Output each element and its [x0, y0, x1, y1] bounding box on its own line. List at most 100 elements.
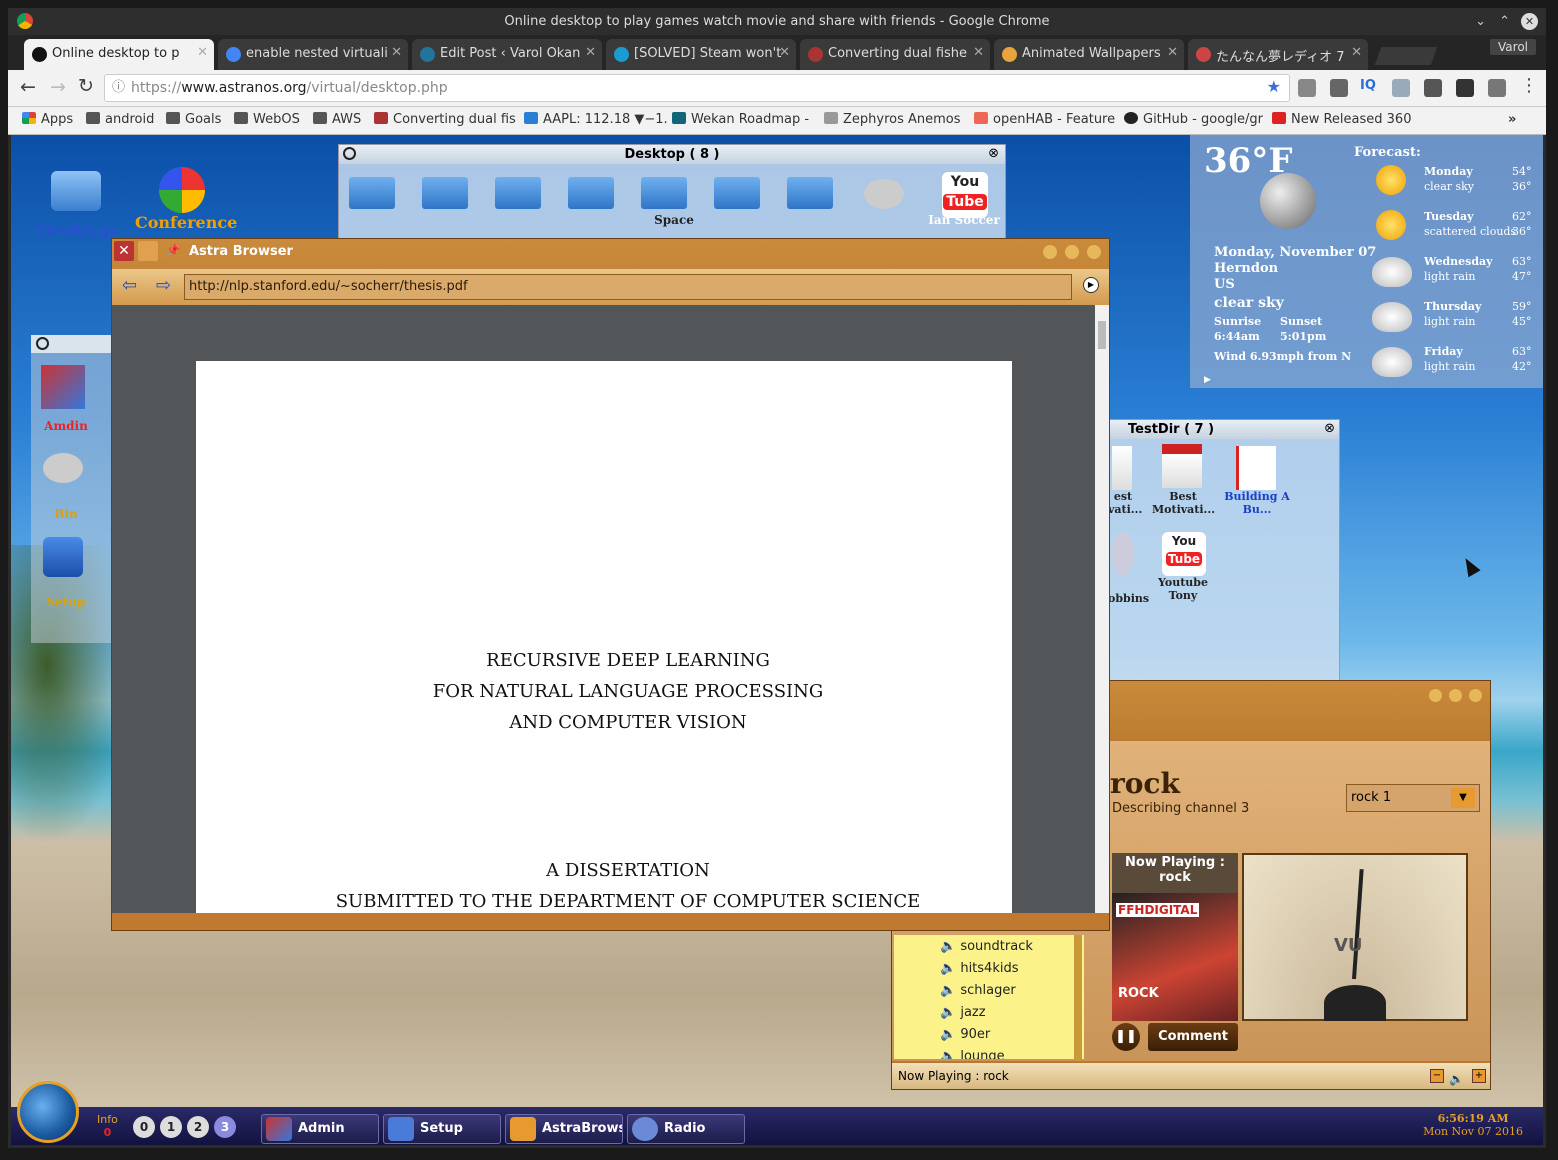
- pdf-scroll-thumb[interactable]: [1098, 321, 1106, 349]
- weather-expand-icon[interactable]: ▶: [1204, 375, 1211, 385]
- bin-icon[interactable]: [43, 453, 83, 483]
- pdf-scrollbar[interactable]: [1095, 305, 1109, 913]
- desktop-window-close-icon[interactable]: ⊗: [988, 146, 999, 161]
- workspace-0[interactable]: 0: [133, 1116, 155, 1138]
- extension-iq-icon[interactable]: IQ: [1360, 78, 1376, 93]
- pdf-file-icon[interactable]: [1236, 446, 1276, 490]
- taskbar-radio[interactable]: Radio: [627, 1114, 745, 1144]
- bookmark-zephyros[interactable]: Zephyros Anemos: [824, 112, 961, 127]
- pin-icon[interactable]: 📌: [166, 243, 181, 257]
- radio-minimize-icon[interactable]: [1429, 689, 1442, 702]
- irc-chat-icon[interactable]: [864, 179, 904, 209]
- bookmark-aws[interactable]: AWS: [313, 112, 361, 127]
- tab-close-icon[interactable]: ✕: [973, 45, 984, 60]
- folder-icon[interactable]: [422, 177, 468, 209]
- start-globe-icon[interactable]: [17, 1081, 79, 1143]
- station-item[interactable]: 🔈 soundtrack: [940, 939, 1033, 954]
- browser-forward-icon[interactable]: ⇨: [156, 275, 171, 296]
- testdir-close-icon[interactable]: ⊗: [1324, 421, 1335, 436]
- comment-button[interactable]: Comment: [1148, 1023, 1238, 1051]
- extension-s-icon[interactable]: [1298, 79, 1316, 97]
- workspace-2[interactable]: 2: [187, 1116, 209, 1138]
- browser-menu-icon[interactable]: [138, 241, 158, 261]
- folder-icon[interactable]: [349, 177, 395, 209]
- bookmark-star-icon[interactable]: ★: [1267, 74, 1281, 100]
- extension-monitor-icon[interactable]: [1424, 79, 1442, 97]
- close-window-icon[interactable]: ✕: [1521, 13, 1538, 30]
- workspace-1[interactable]: 1: [160, 1116, 182, 1138]
- menu-icon[interactable]: ⋮: [1520, 75, 1538, 96]
- conference-icon[interactable]: [159, 167, 205, 213]
- tab-close-icon[interactable]: ✕: [197, 45, 208, 60]
- admin-tools-icon[interactable]: [41, 365, 85, 409]
- volume-down-button[interactable]: −: [1430, 1069, 1444, 1083]
- bookmark-openhab[interactable]: openHAB - Feature: [974, 112, 1115, 127]
- bookmark-github[interactable]: GitHub - google/gr: [1124, 112, 1263, 127]
- bookmark-apps[interactable]: Apps: [22, 112, 73, 127]
- address-bar[interactable]: ⓘ https://www.astranos.org/virtual/deskt…: [104, 74, 1290, 102]
- taskbar-admin[interactable]: Admin: [261, 1114, 379, 1144]
- folder-icon[interactable]: [714, 177, 760, 209]
- video-file-icon[interactable]: [1162, 444, 1202, 488]
- extension-grid-icon[interactable]: [1392, 79, 1410, 97]
- chevron-down-icon[interactable]: ▼: [1451, 788, 1475, 808]
- new-tab-button[interactable]: [1374, 47, 1438, 65]
- profile-badge[interactable]: Varol: [1490, 39, 1536, 55]
- browser-url-input[interactable]: http://nlp.stanford.edu/~socherr/thesis.…: [184, 274, 1072, 300]
- station-scrollbar[interactable]: [1074, 935, 1082, 1059]
- station-item[interactable]: 🔈 hits4kids: [940, 961, 1019, 976]
- tab-steam[interactable]: [SOLVED] Steam won't ✕: [606, 39, 796, 70]
- station-item[interactable]: 🔈 90er: [940, 1027, 990, 1042]
- film-reel-icon[interactable]: [1112, 532, 1134, 576]
- reload-icon[interactable]: ↻: [78, 75, 94, 97]
- back-icon[interactable]: ←: [20, 76, 36, 98]
- desktop-window-menu-icon[interactable]: [343, 147, 356, 160]
- video-file-icon[interactable]: [1112, 446, 1132, 490]
- folder-icon[interactable]: [495, 177, 541, 209]
- tab-close-icon[interactable]: ✕: [1167, 45, 1178, 60]
- station-item[interactable]: 🔈 jazz: [940, 1005, 986, 1020]
- tab-close-icon[interactable]: ✕: [779, 45, 790, 60]
- bookmarks-overflow-icon[interactable]: »: [1508, 112, 1516, 127]
- maximize-icon[interactable]: ⌃: [1499, 8, 1510, 35]
- station-item[interactable]: 🔈 schlager: [940, 983, 1016, 998]
- tab-close-icon[interactable]: ✕: [585, 45, 596, 60]
- tab-google[interactable]: enable nested virtuali ✕: [218, 39, 408, 70]
- folder-icon[interactable]: [641, 177, 687, 209]
- bookmark-converting[interactable]: Converting dual fis: [374, 112, 516, 127]
- tab-converting[interactable]: Converting dual fishe ✕: [800, 39, 990, 70]
- tab-wallpapers[interactable]: Animated Wallpapers ✕: [994, 39, 1184, 70]
- side-panel-menu-icon[interactable]: [36, 337, 49, 350]
- desktop-home-icon[interactable]: [51, 171, 101, 211]
- extension-puzzle-icon[interactable]: [1330, 79, 1348, 97]
- browser-back-icon[interactable]: ⇦: [122, 275, 137, 296]
- browser-close-icon[interactable]: ✕: [114, 241, 134, 261]
- taskbar-astrabrowser[interactable]: AstraBrowser: [505, 1114, 623, 1144]
- workspace-3[interactable]: 3: [214, 1116, 236, 1138]
- extension-spy-icon[interactable]: [1456, 79, 1474, 97]
- youtube-icon[interactable]: You Tube: [1162, 532, 1206, 576]
- folder-icon[interactable]: [568, 177, 614, 209]
- bookmark-aapl[interactable]: AAPL: 112.18 ▼−1.: [524, 112, 668, 127]
- radio-close-icon[interactable]: [1469, 689, 1482, 702]
- extension-box-icon[interactable]: [1488, 79, 1506, 97]
- radio-maximize-icon[interactable]: [1449, 689, 1462, 702]
- bookmark-goals[interactable]: Goals: [166, 112, 221, 127]
- tab-astranos[interactable]: Online desktop to p ✕: [24, 39, 214, 70]
- radio-channel-select[interactable]: rock 1 ▼: [1346, 784, 1480, 812]
- bookmark-360[interactable]: New Released 360: [1272, 112, 1411, 127]
- tab-close-icon[interactable]: ✕: [1351, 45, 1362, 60]
- bookmark-android[interactable]: android: [86, 112, 154, 127]
- volume-up-button[interactable]: +: [1472, 1069, 1486, 1083]
- browser-maximize-icon[interactable]: [1065, 245, 1079, 259]
- pause-button[interactable]: ❚❚: [1112, 1023, 1140, 1051]
- folder-icon[interactable]: [787, 177, 833, 209]
- bookmark-wekan[interactable]: Wekan Roadmap -: [672, 112, 809, 127]
- tab-radio[interactable]: たんなん夢レディオ 7 ✕: [1188, 39, 1368, 70]
- youtube-icon[interactable]: You Tube: [942, 172, 988, 218]
- browser-go-icon[interactable]: ▶: [1083, 277, 1099, 293]
- station-item[interactable]: 🔈 lounge: [940, 1049, 1005, 1059]
- browser-restore-icon[interactable]: [1087, 245, 1101, 259]
- setup-icon[interactable]: [43, 537, 83, 577]
- forward-icon[interactable]: →: [50, 76, 66, 98]
